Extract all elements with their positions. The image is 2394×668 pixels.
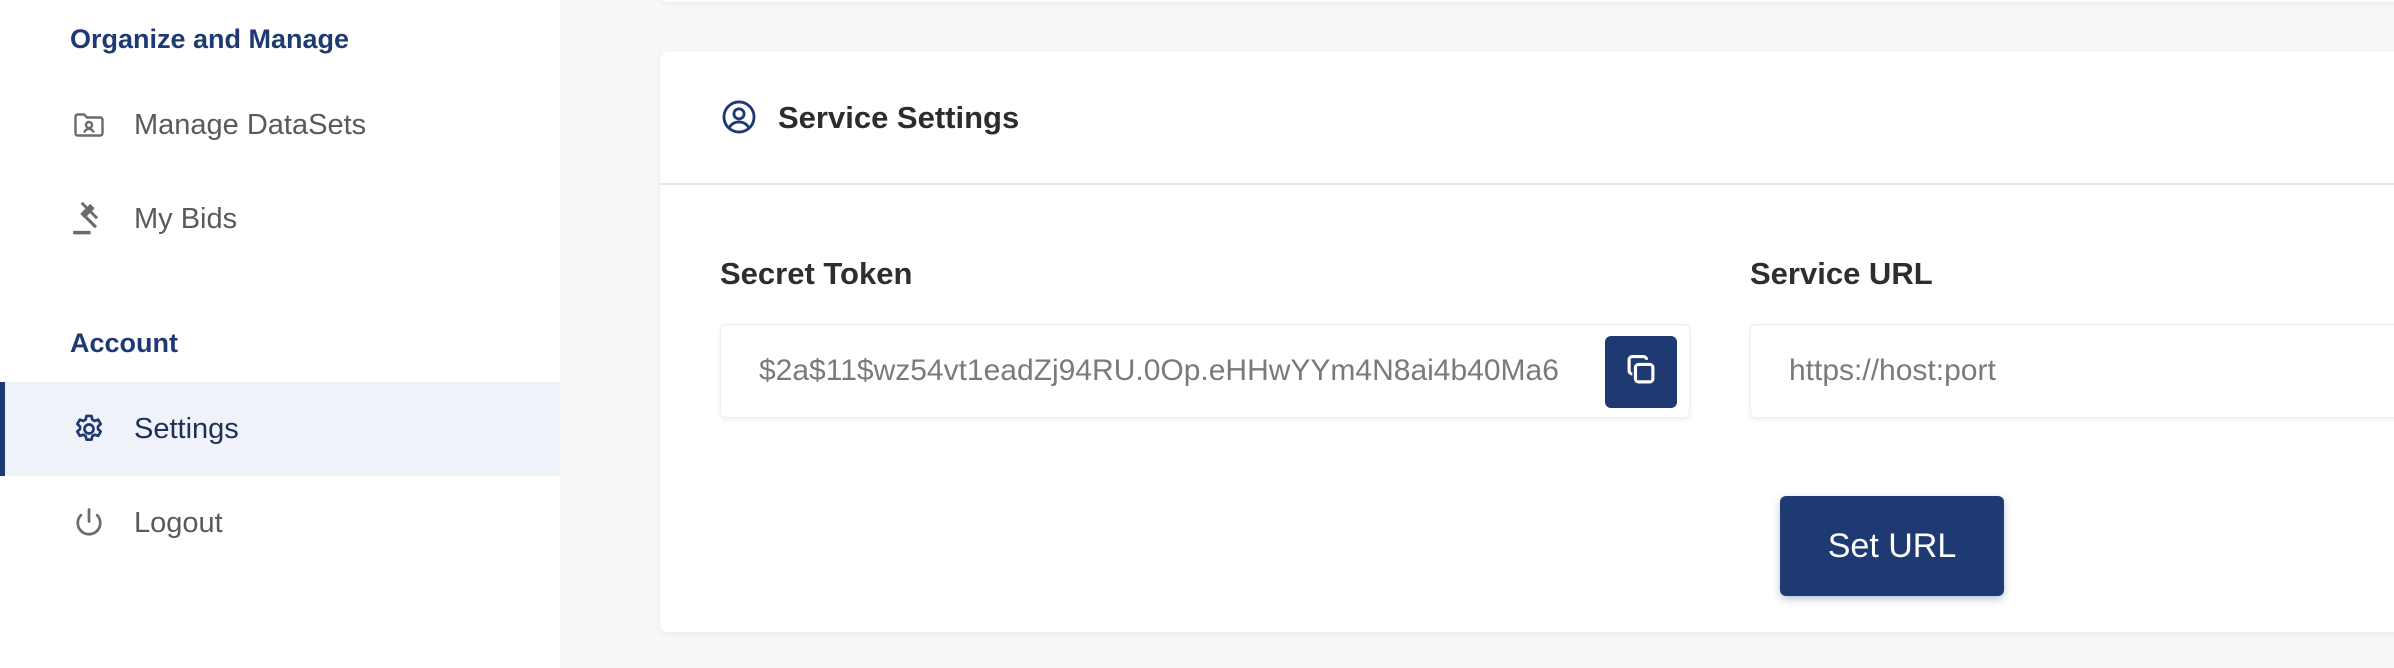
- service-url-field: [1750, 324, 2394, 418]
- service-url-input[interactable]: [1789, 325, 2347, 417]
- service-settings-card: Service Settings Secret Token Service UR…: [660, 52, 2394, 632]
- copy-token-button[interactable]: [1605, 336, 1677, 408]
- previous-card-edge: [660, 0, 2394, 2]
- section-title-organize: Organize and Manage: [70, 24, 350, 54]
- user-circle-icon: [720, 98, 758, 136]
- section-title-account: Account: [70, 328, 178, 358]
- power-icon: [70, 504, 108, 542]
- secret-token-field: [720, 324, 1690, 418]
- set-url-button[interactable]: Set URL: [1780, 496, 2004, 596]
- gavel-icon: [70, 200, 108, 238]
- sidebar-item-logout[interactable]: Logout: [0, 476, 560, 570]
- sidebar-item-manage-datasets[interactable]: Manage DataSets: [0, 78, 560, 172]
- sidebar-item-label: Settings: [134, 412, 239, 445]
- app: Organize and Manage Manage DataSets My B…: [0, 0, 2394, 668]
- copy-icon: [1622, 351, 1660, 394]
- secret-token-label: Secret Token: [720, 256, 913, 291]
- sidebar-item-settings[interactable]: Settings: [0, 382, 560, 476]
- card-header: Service Settings: [660, 52, 2394, 185]
- folder-user-icon: [70, 106, 108, 144]
- sidebar: Organize and Manage Manage DataSets My B…: [0, 0, 560, 668]
- sidebar-item-label: Manage DataSets: [134, 108, 367, 141]
- gear-icon: [70, 410, 108, 448]
- secret-token-input[interactable]: [759, 325, 1597, 417]
- sidebar-item-label: Logout: [134, 506, 223, 539]
- sidebar-item-my-bids[interactable]: My Bids: [0, 172, 560, 266]
- sidebar-item-label: My Bids: [134, 202, 238, 235]
- card-title: Service Settings: [778, 100, 1020, 135]
- service-url-label: Service URL: [1750, 256, 1933, 291]
